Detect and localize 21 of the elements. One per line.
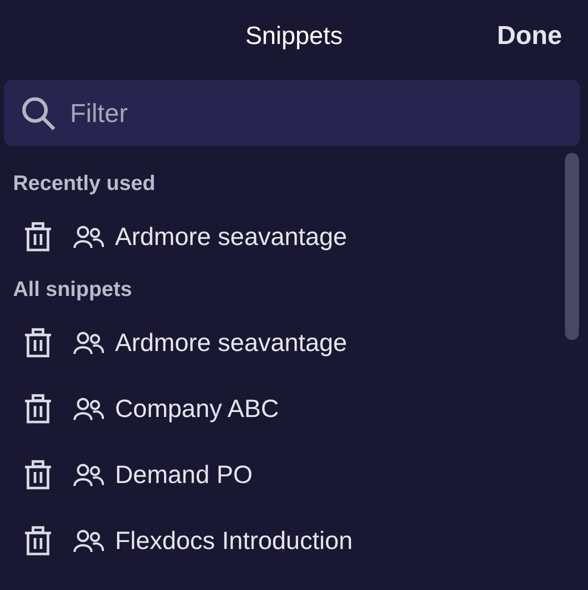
people-icon bbox=[73, 529, 104, 553]
snippet-name[interactable]: Demand PO bbox=[115, 460, 253, 490]
trash-icon[interactable] bbox=[24, 526, 52, 556]
snippet-name[interactable]: Ardmore seavantage bbox=[115, 328, 348, 358]
section-heading: All snippets bbox=[12, 277, 134, 303]
trash-icon[interactable] bbox=[24, 328, 52, 358]
people-icon bbox=[73, 463, 104, 487]
panel-title: Snippets bbox=[245, 22, 343, 50]
people-icon bbox=[73, 331, 104, 355]
scrollbar[interactable] bbox=[565, 153, 579, 340]
snippet-name[interactable]: Company ABC bbox=[115, 394, 279, 424]
people-icon bbox=[73, 225, 104, 249]
people-icon bbox=[73, 397, 104, 421]
trash-icon[interactable] bbox=[24, 460, 52, 490]
snippet-name[interactable]: Flexdocs Introduction bbox=[115, 526, 353, 556]
done-button[interactable]: Done bbox=[497, 18, 562, 53]
trash-icon[interactable] bbox=[24, 222, 52, 252]
filter-field[interactable]: Filter bbox=[4, 80, 580, 146]
trash-icon[interactable] bbox=[24, 394, 52, 424]
snippet-name[interactable]: Ardmore seavantage bbox=[115, 222, 348, 252]
section-heading: Recently used bbox=[12, 171, 156, 197]
